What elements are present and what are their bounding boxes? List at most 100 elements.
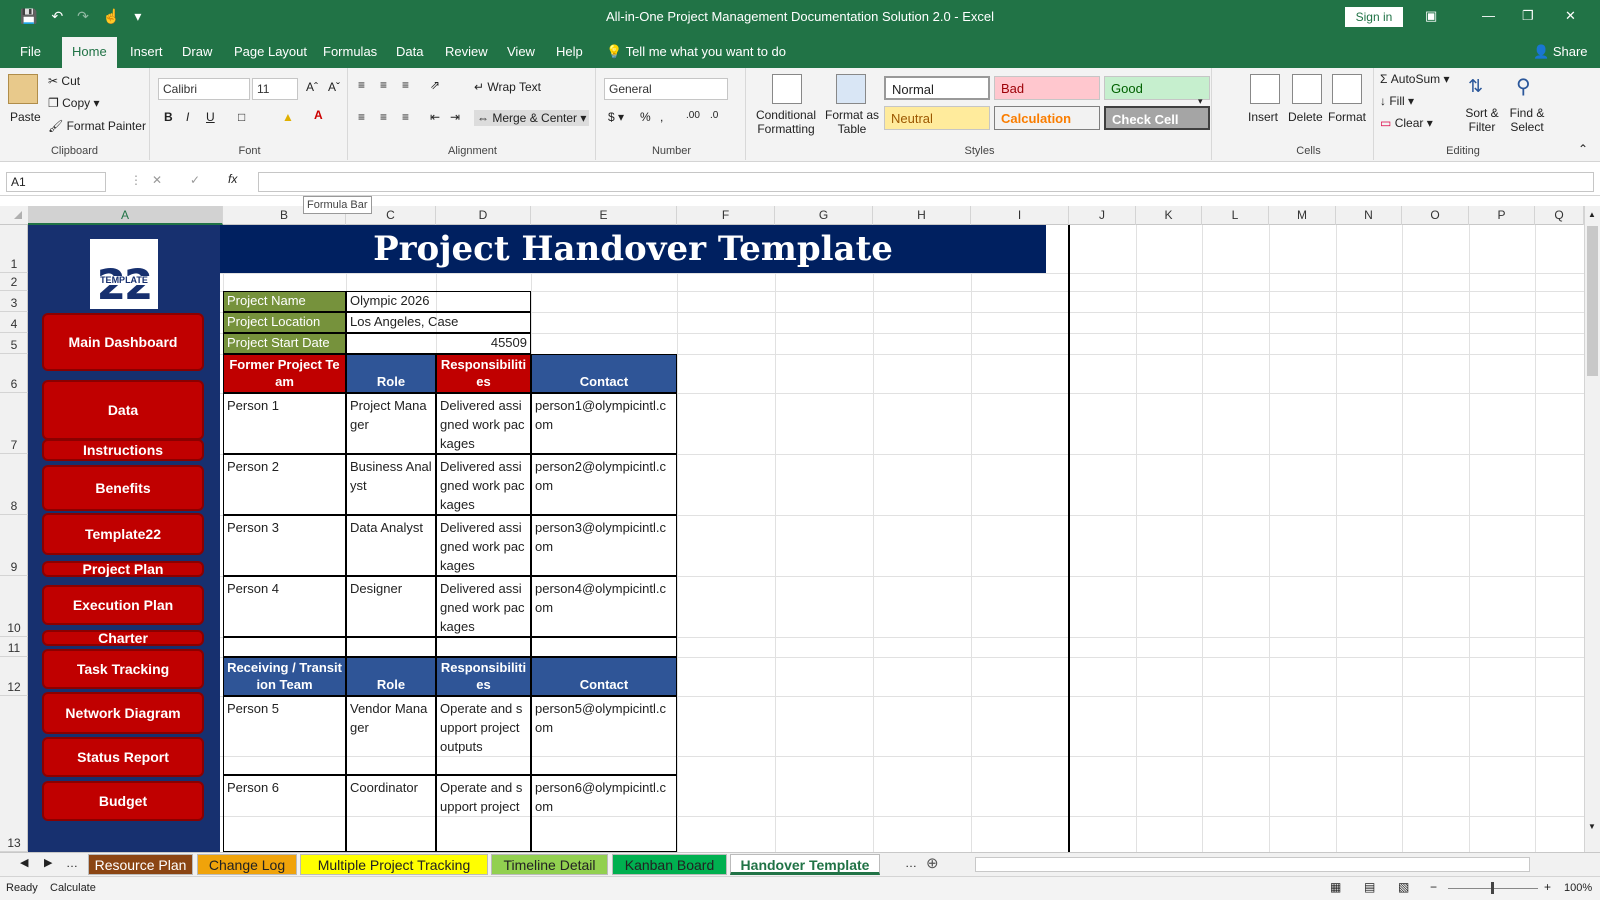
nav-button-benefits[interactable]: Benefits [42,465,204,511]
nav-button-network-diagram[interactable]: Network Diagram [42,692,204,734]
nav-button-budget[interactable]: Budget [42,781,204,821]
format-button[interactable]: Format [1328,110,1366,124]
table-cell[interactable]: Project Manager [346,393,436,454]
tab-draw[interactable]: Draw [182,44,212,59]
info-value[interactable]: 45509 [346,333,531,354]
format-table-icon[interactable] [836,74,866,104]
wrap-text-button[interactable]: ↵ Wrap Text [474,80,541,94]
column-header[interactable]: E [531,206,677,225]
table-cell[interactable]: Data Analyst [346,515,436,576]
tab-help[interactable]: Help [556,44,583,59]
normal-view-icon[interactable]: ▦ [1330,880,1341,894]
row-header[interactable]: 6 [0,354,28,393]
tab-page-layout[interactable]: Page Layout [234,44,307,59]
percent-icon[interactable]: % [640,110,651,124]
enter-icon[interactable]: ✓ [190,173,200,187]
format-painter-button[interactable]: 🖌 Format Painter [48,119,146,133]
more-sheets-right-icon[interactable]: … [905,856,917,870]
insert-button[interactable]: Insert [1248,110,1278,124]
decrease-decimal-icon[interactable]: .0 [710,110,718,121]
nav-button-project-plan[interactable]: Project Plan [42,561,204,577]
row-header[interactable]: 3 [0,291,28,312]
table-cell[interactable]: Vendor Manager [346,696,436,775]
copy-button[interactable]: ❐ Copy ▾ [48,96,99,110]
row-header[interactable]: 10 [0,576,28,637]
column-header[interactable]: H [873,206,971,225]
table-cell[interactable]: Delivered assigned work packages [436,454,531,515]
row-header[interactable]: 5 [0,333,28,354]
format-cells-icon[interactable] [1332,74,1362,104]
conditional-formatting-button[interactable]: Conditional Formatting [750,108,822,136]
tab-data[interactable]: Data [396,44,423,59]
currency-icon[interactable]: $ ▾ [608,110,624,124]
status-calculate[interactable]: Calculate [50,882,96,894]
increase-decimal-icon[interactable]: .00 [686,110,700,121]
table-cell[interactable] [436,637,531,657]
info-value[interactable]: Los Angeles, Case [346,312,531,333]
table-cell[interactable]: Person 3 [223,515,346,576]
table-cell[interactable]: Operate and support project outputs [436,696,531,775]
table-cell[interactable] [223,637,346,657]
tab-view[interactable]: View [507,44,535,59]
font-size-select[interactable]: 11 [252,78,298,100]
sheet-tab-handover-template[interactable]: Handover Template [730,854,880,875]
column-header[interactable]: P [1469,206,1535,225]
cut-button[interactable]: ✂ Cut [48,74,80,88]
column-header[interactable]: K [1136,206,1202,225]
column-header[interactable]: O [1402,206,1469,225]
more-sheets-left-icon[interactable]: … [66,856,78,870]
name-box[interactable]: A1 [6,172,106,192]
tell-me-search[interactable]: 💡 Tell me what you want to do [606,44,786,60]
format-as-table-button[interactable]: Format as Table [824,108,880,136]
minimize-icon[interactable]: — [1482,8,1495,23]
align-left-icon[interactable]: ≡ [358,110,365,124]
page-break-view-icon[interactable]: ▧ [1398,880,1409,894]
table-cell[interactable]: Delivered assigned work packages [436,515,531,576]
table-cell[interactable]: person6@olympicintl.com [531,775,677,852]
column-header[interactable]: A [28,206,223,225]
font-name-select[interactable]: Calibri [158,78,250,100]
page-layout-view-icon[interactable]: ▤ [1364,880,1375,894]
sheet-tab-change-log[interactable]: Change Log [197,854,297,875]
row-header[interactable]: 7 [0,393,28,454]
styles-more-icon[interactable]: ▾ [1198,96,1203,107]
row-header[interactable]: 11 [0,637,28,657]
worksheet-grid[interactable]: 22 TEMPLATE Main Dashboard DataInstructio… [28,225,1584,852]
nav-button-template22[interactable]: Template22 [42,513,204,555]
borders-icon[interactable]: □ [238,110,245,124]
table-cell[interactable]: Person 1 [223,393,346,454]
row-header[interactable]: 8 [0,454,28,515]
row-header[interactable]: 4 [0,312,28,333]
table-cell[interactable]: Person 5 [223,696,346,775]
restore-icon[interactable]: ❐ [1522,8,1534,24]
bold-icon[interactable]: B [164,110,173,124]
table-cell[interactable] [346,637,436,657]
sort-filter-icon[interactable]: ⇅ [1468,76,1483,97]
insert-function-button[interactable]: fx [228,172,237,186]
style-bad[interactable]: Bad [994,76,1100,100]
tab-file[interactable]: File [20,44,41,59]
table-cell[interactable]: Person 2 [223,454,346,515]
table-cell[interactable]: Coordinator [346,775,436,852]
underline-icon[interactable]: U [206,110,215,124]
nav-button-execution-plan[interactable]: Execution Plan [42,585,204,625]
scroll-up-icon[interactable]: ▲ [1588,210,1596,219]
column-header[interactable]: I [971,206,1069,225]
decrease-indent-icon[interactable]: ⇤ [430,110,440,124]
table-cell[interactable]: person1@olympicintl.com [531,393,677,454]
grow-font-icon[interactable]: Aˆ [306,80,318,94]
cancel-icon[interactable]: ✕ [152,173,162,187]
vertical-scrollbar[interactable]: ▲ ▼ [1584,206,1600,852]
zoom-out-icon[interactable]: − [1430,880,1437,894]
column-header[interactable]: J [1069,206,1136,225]
align-right-icon[interactable]: ≡ [402,110,409,124]
table-cell[interactable]: Business Analyst [346,454,436,515]
table-cell[interactable]: Person 6 [223,775,346,852]
zoom-level[interactable]: 100% [1564,882,1592,894]
table-cell[interactable]: Delivered assigned work packages [436,576,531,637]
column-header[interactable]: G [775,206,873,225]
sheet-tab-kanban-board[interactable]: Kanban Board [612,854,727,875]
find-icon[interactable]: ⚲ [1516,74,1531,99]
next-sheet-icon[interactable]: ▶ [44,856,52,869]
ribbon-display-icon[interactable]: ▣ [1425,8,1437,24]
